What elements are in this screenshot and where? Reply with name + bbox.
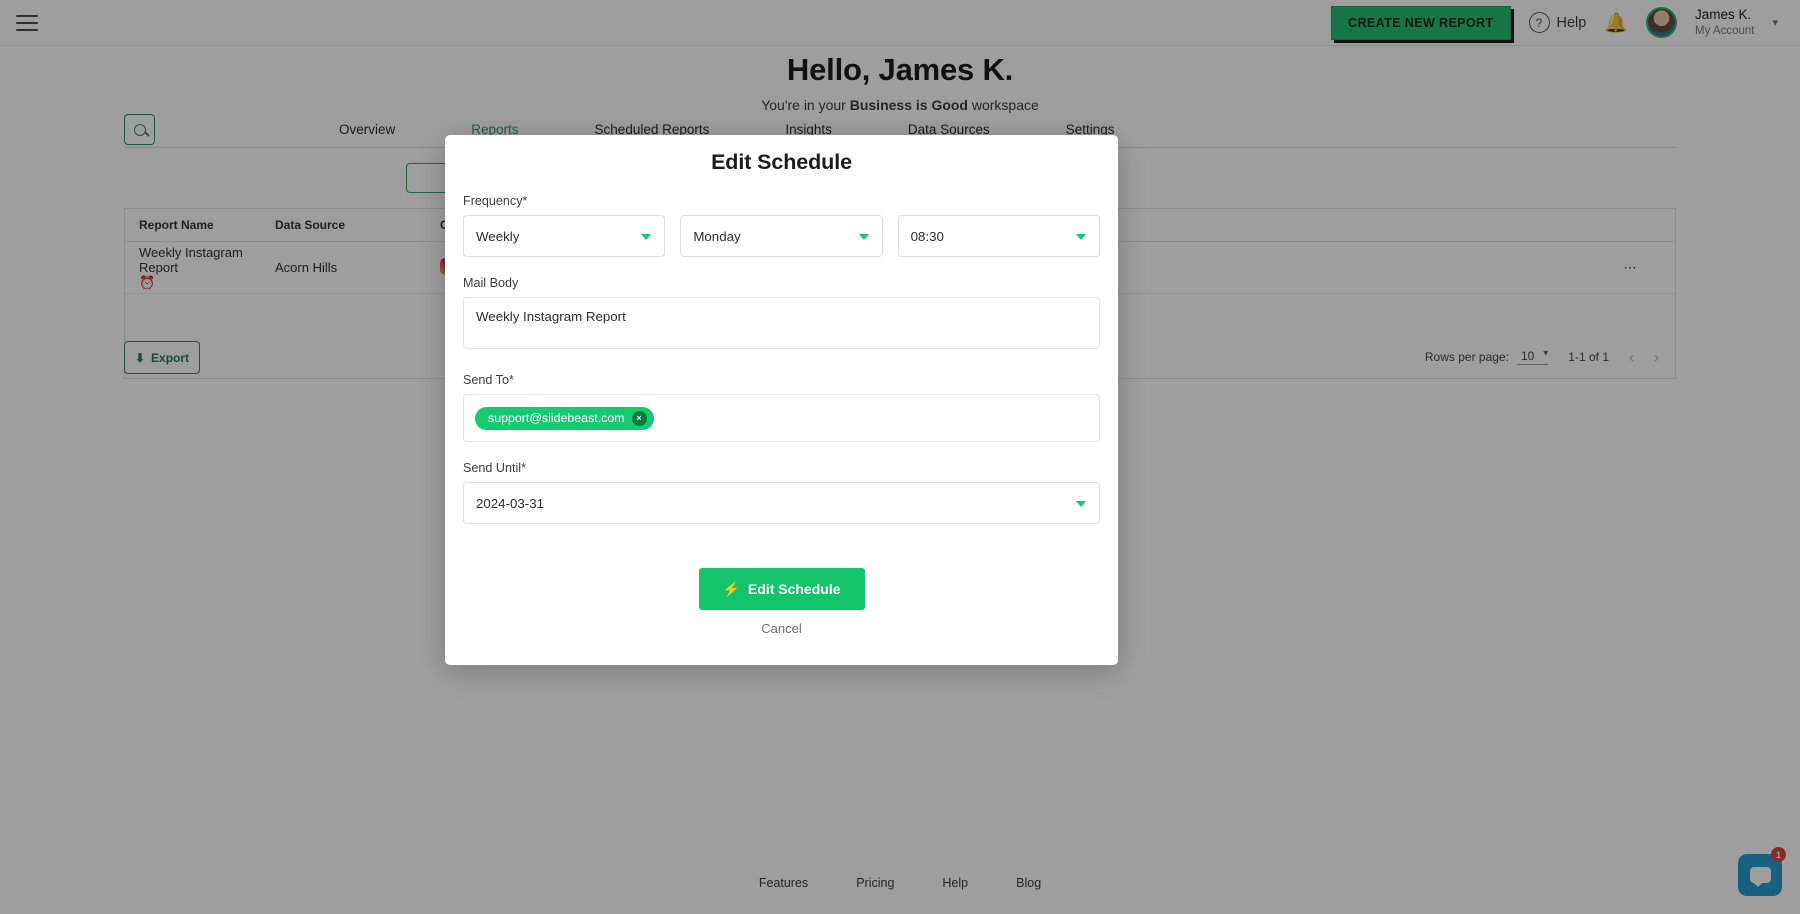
send-until-select[interactable]: 2024-03-31: [463, 482, 1100, 524]
account-menu[interactable]: James K. My Account: [1695, 7, 1754, 38]
top-bar: CREATE NEW REPORT ? Help 🔔 James K. My A…: [0, 0, 1800, 46]
workspace-line: You're in your Business is Good workspac…: [0, 97, 1800, 113]
pagination-range: 1-1 of 1: [1568, 350, 1609, 364]
help-link[interactable]: ? Help: [1528, 12, 1587, 33]
send-to-label: Send To*: [463, 373, 514, 387]
page-title: Hello, James K.: [786, 52, 1014, 87]
send-to-input[interactable]: support@slidebeast.com ×: [463, 394, 1100, 442]
mail-body-input[interactable]: [463, 297, 1100, 349]
footer-link-features[interactable]: Features: [759, 876, 808, 890]
account-subtitle: My Account: [1695, 24, 1755, 37]
clock-check-icon: ⏰: [139, 274, 156, 290]
report-name-text: Weekly Instagram Report: [139, 244, 243, 275]
frequency-label: Frequency*: [463, 194, 528, 208]
cell-report-name: Weekly Instagram Report ⏰: [125, 245, 275, 291]
chevron-down-icon[interactable]: ▾: [1772, 16, 1778, 29]
rows-per-page[interactable]: Rows per page: 10: [1424, 348, 1549, 365]
chat-unread-badge: 1: [1771, 847, 1786, 862]
footer-link-blog[interactable]: Blog: [1016, 876, 1041, 890]
chat-bubble-icon: [1749, 867, 1771, 887]
day-value: Monday: [693, 228, 741, 244]
chevron-left-icon[interactable]: ‹: [1629, 349, 1634, 366]
row-actions-button[interactable]: ⋯: [1585, 260, 1675, 276]
submit-label: Edit Schedule: [747, 581, 841, 597]
send-until-value: 2024-03-31: [476, 495, 545, 511]
column-report-name: Report Name: [139, 218, 214, 232]
search-icon: [133, 123, 146, 136]
cell-data-source: Acorn Hills: [275, 260, 338, 275]
search-button[interactable]: [124, 114, 155, 145]
footer-link-help[interactable]: Help: [942, 876, 968, 890]
cancel-button[interactable]: Cancel: [761, 621, 801, 636]
hero-section: Hello, James K. You're in your Business …: [0, 52, 1800, 113]
mail-body-label: Mail Body: [463, 276, 519, 290]
send-until-label: Send Until*: [463, 461, 527, 475]
close-icon[interactable]: ×: [631, 410, 647, 426]
bell-icon[interactable]: 🔔: [1604, 11, 1628, 35]
column-data-source: Data Source: [275, 218, 346, 232]
time-select[interactable]: 08:30: [897, 215, 1100, 257]
export-label: Export: [151, 350, 190, 365]
edit-schedule-modal: Edit Schedule Frequency* Weekly Monday 0…: [445, 135, 1118, 665]
modal-actions: ⚡ Edit Schedule Cancel: [463, 568, 1100, 636]
rows-per-page-label: Rows per page:: [1424, 350, 1509, 364]
frequency-select[interactable]: Weekly: [463, 215, 666, 257]
lightning-bolt-icon: ⚡: [722, 580, 740, 597]
workspace-prefix: You're in your: [761, 97, 850, 113]
edit-schedule-submit-button[interactable]: ⚡ Edit Schedule: [698, 568, 865, 610]
workspace-suffix: workspace: [967, 97, 1039, 113]
top-bar-right: CREATE NEW REPORT ? Help 🔔 James K. My A…: [1331, 5, 1800, 40]
hamburger-icon[interactable]: [16, 14, 38, 31]
question-circle-icon: ?: [1528, 12, 1550, 33]
recipient-email: support@slidebeast.com: [488, 411, 625, 425]
account-name: James K.: [1695, 6, 1752, 22]
frequency-value: Weekly: [476, 228, 520, 244]
tab-overview[interactable]: Overview: [301, 122, 433, 137]
day-select[interactable]: Monday: [680, 215, 883, 257]
app-root: CREATE NEW REPORT ? Help 🔔 James K. My A…: [0, 0, 1800, 914]
download-icon: ⬇: [134, 350, 146, 365]
avatar[interactable]: [1646, 7, 1678, 38]
create-new-report-button[interactable]: CREATE NEW REPORT: [1331, 5, 1511, 40]
footer: Features Pricing Help Blog: [0, 852, 1800, 914]
export-button[interactable]: ⬇ Export: [124, 341, 200, 374]
rows-per-page-value[interactable]: 10: [1516, 348, 1549, 365]
help-label: Help: [1556, 14, 1587, 31]
time-value: 08:30: [910, 228, 944, 244]
recipient-chip: support@slidebeast.com ×: [475, 406, 654, 430]
footer-link-pricing[interactable]: Pricing: [856, 876, 894, 890]
chevron-right-icon[interactable]: ›: [1654, 349, 1659, 366]
modal-title: Edit Schedule: [711, 150, 852, 174]
workspace-name: Business is Good: [849, 97, 968, 113]
frequency-row: Weekly Monday 08:30: [463, 215, 1100, 257]
